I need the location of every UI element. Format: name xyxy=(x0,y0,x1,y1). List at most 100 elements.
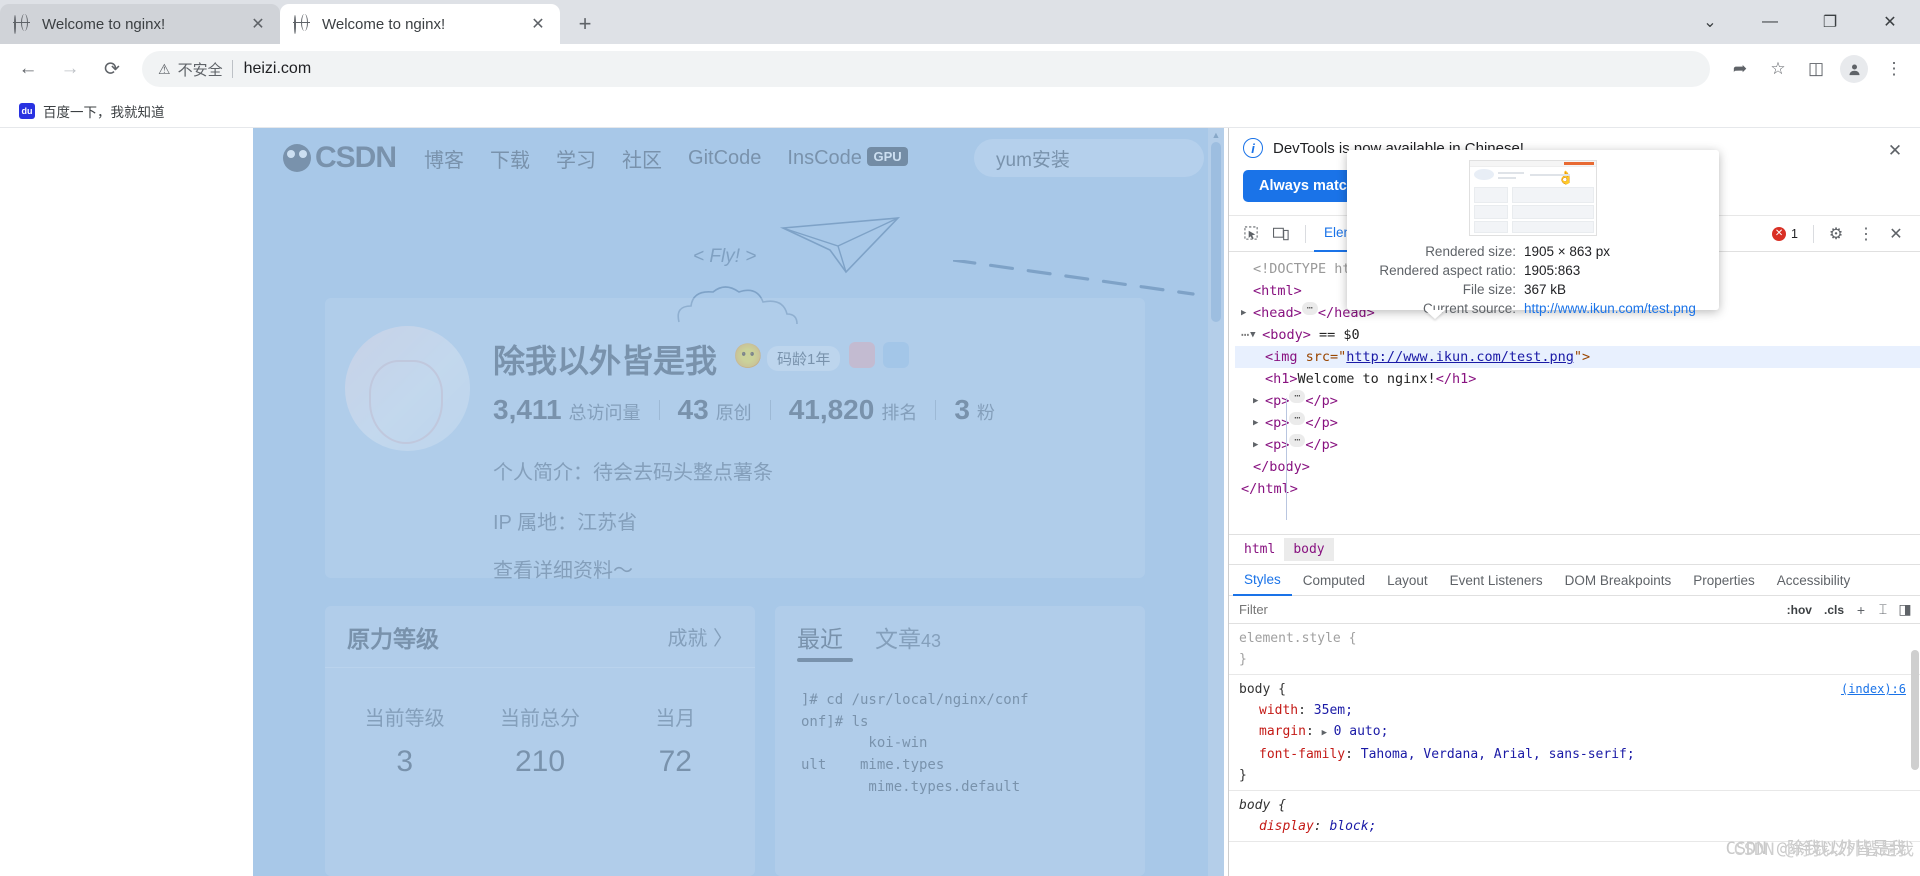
reload-button[interactable]: ⟳ xyxy=(92,49,132,89)
toggle-sidebar-icon[interactable]: ◨ xyxy=(1894,599,1916,621)
tab-properties[interactable]: Properties xyxy=(1682,564,1766,596)
share-icon[interactable]: ➦ xyxy=(1722,51,1758,87)
css-value[interactable]: 35em; xyxy=(1314,703,1353,718)
browser-tab-2[interactable]: Welcome to nginx! ✕ xyxy=(280,4,560,44)
tooltip-source-link[interactable]: http://www.ikun.com/test.png xyxy=(1524,299,1696,318)
style-declaration[interactable]: font-family: Tahoma, Verdana, Arial, san… xyxy=(1239,744,1912,765)
cls-button[interactable]: .cls xyxy=(1818,603,1850,617)
dom-line-p-1[interactable]: ▶ <p> ⋯ </p> xyxy=(1235,390,1920,412)
profile-badge-red-icon[interactable] xyxy=(849,342,875,368)
csdn-logo[interactable]: CSDN xyxy=(283,141,397,175)
css-property[interactable]: display xyxy=(1239,819,1314,834)
dom-line-p-2[interactable]: ▶ <p> ⋯ </p> xyxy=(1235,412,1920,434)
tab-event-listeners[interactable]: Event Listeners xyxy=(1439,564,1554,596)
style-declaration[interactable]: margin: ▶ 0 auto; xyxy=(1239,721,1912,744)
collapse-triangle-icon[interactable]: ▼ xyxy=(1250,324,1262,346)
page-scrollbar-thumb[interactable] xyxy=(1211,142,1221,322)
minimize-button[interactable]: — xyxy=(1740,0,1800,44)
styles-scrollbar[interactable] xyxy=(1909,624,1920,876)
css-value[interactable]: block; xyxy=(1329,819,1376,834)
tab-computed[interactable]: Computed xyxy=(1292,564,1376,596)
csdn-nav-download[interactable]: 下载 xyxy=(490,144,530,173)
style-declaration[interactable]: width: 35em; xyxy=(1239,700,1912,721)
achievements-link[interactable]: 成就 〉 xyxy=(667,622,733,651)
error-count-badge[interactable]: ✕ 1 xyxy=(1765,225,1805,243)
expand-triangle-icon[interactable]: ▶ xyxy=(1253,434,1265,456)
gear-icon[interactable]: ⚙ xyxy=(1822,220,1850,248)
tab-search-chevron-icon[interactable]: ⌄ xyxy=(1680,0,1740,44)
style-rule-element[interactable]: element.style { } xyxy=(1229,624,1920,675)
expand-shorthand-icon[interactable]: ▶ xyxy=(1322,723,1334,744)
csdn-nav-inscode[interactable]: InsCode GPU xyxy=(787,146,908,170)
tab-accessibility[interactable]: Accessibility xyxy=(1766,564,1862,596)
breadcrumb-html[interactable]: html xyxy=(1235,538,1284,561)
side-panel-icon[interactable]: ◫ xyxy=(1798,51,1834,87)
csdn-nav-blog[interactable]: 博客 xyxy=(424,144,464,173)
tab-dom-breakpoints[interactable]: DOM Breakpoints xyxy=(1554,564,1683,596)
styles-pane[interactable]: element.style { } (index):6 body { width… xyxy=(1229,624,1920,876)
filter-input[interactable] xyxy=(1233,598,1781,621)
hov-button[interactable]: :hov xyxy=(1781,603,1818,617)
css-value[interactable]: 0 auto; xyxy=(1334,724,1389,739)
tab-close-icon[interactable]: ✕ xyxy=(526,12,550,36)
tab-recent[interactable]: 最近 xyxy=(797,620,843,654)
security-label[interactable]: 不安全 xyxy=(178,59,223,80)
profile-avatar[interactable] xyxy=(345,326,470,451)
csdn-nav-community[interactable]: 社区 xyxy=(622,144,662,173)
css-value[interactable]: Tahoma, Verdana, Arial, sans-serif; xyxy=(1361,747,1635,762)
profile-detail-link[interactable]: 查看详细资料～ xyxy=(493,554,633,583)
tab-close-icon[interactable]: ✕ xyxy=(246,12,270,36)
style-rule-body[interactable]: (index):6 body { width: 35em; margin: ▶ 0… xyxy=(1229,675,1920,791)
collapsed-children-icon[interactable]: ⋯ xyxy=(1289,434,1306,447)
new-style-rule-icon[interactable]: ⌶ xyxy=(1872,599,1894,621)
css-property[interactable]: width xyxy=(1239,703,1298,718)
expand-triangle-icon[interactable]: ▶ xyxy=(1253,390,1265,412)
csdn-nav-study[interactable]: 学习 xyxy=(556,144,596,173)
dom-more-icon[interactable]: ⋯ xyxy=(1241,324,1250,346)
csdn-nav-gitcode[interactable]: GitCode xyxy=(688,147,761,170)
dom-line-p-3[interactable]: ▶ <p> ⋯ </p> xyxy=(1235,434,1920,456)
back-button[interactable]: ← xyxy=(8,49,48,89)
dom-line-h1[interactable]: <h1> Welcome to nginx! </h1> xyxy=(1235,368,1920,390)
tab-styles[interactable]: Styles xyxy=(1233,564,1292,596)
scroll-up-arrow-icon[interactable]: ▲ xyxy=(1208,128,1224,142)
csdn-search-input[interactable]: yum安装 xyxy=(974,139,1204,177)
inspect-element-icon[interactable] xyxy=(1237,220,1265,248)
css-property[interactable]: margin xyxy=(1239,724,1306,739)
dom-line-body-close[interactable]: </body> xyxy=(1235,456,1920,478)
bookmark-baidu[interactable]: du 百度一下，我就知道 xyxy=(12,98,172,124)
avatar[interactable] xyxy=(1840,55,1868,83)
address-bar[interactable]: ⚠ 不安全 heizi.com xyxy=(142,51,1710,87)
dom-line-body-open[interactable]: ⋯ ▼ <body> == $0 xyxy=(1235,324,1920,346)
breadcrumb-body[interactable]: body xyxy=(1284,538,1334,561)
device-toolbar-icon[interactable] xyxy=(1267,220,1295,248)
expand-triangle-icon[interactable]: ▶ xyxy=(1253,412,1265,434)
collapsed-children-icon[interactable]: ⋯ xyxy=(1301,302,1318,315)
three-dot-menu-icon[interactable]: ⋮ xyxy=(1852,220,1880,248)
maximize-button[interactable]: ❐ xyxy=(1800,0,1860,44)
dom-line-img[interactable]: <img src =" http://www.ikun.com/test.png "> xyxy=(1235,346,1920,368)
expand-triangle-icon[interactable]: ▶ xyxy=(1241,302,1253,324)
tab-articles[interactable]: 文章43 xyxy=(875,620,941,654)
collapsed-children-icon[interactable]: ⋯ xyxy=(1289,412,1306,425)
style-source-link[interactable]: (index):6 xyxy=(1841,679,1906,700)
page-scrollbar[interactable]: ▲ xyxy=(1208,128,1224,876)
new-tab-button[interactable]: + xyxy=(568,7,602,41)
profile-badge-blue-icon[interactable] xyxy=(883,342,909,368)
dom-line-html-close[interactable]: </html> xyxy=(1235,478,1920,500)
star-icon[interactable]: ☆ xyxy=(1760,51,1796,87)
style-rule-ua[interactable]: body { display: block; xyxy=(1229,791,1920,842)
css-property[interactable]: font-family xyxy=(1239,747,1345,762)
add-style-rule-icon[interactable]: + xyxy=(1850,599,1872,621)
img-src-link[interactable]: http://www.ikun.com/test.png xyxy=(1346,346,1574,368)
browser-tab-1[interactable]: Welcome to nginx! ✕ xyxy=(0,4,280,44)
forward-button[interactable]: → xyxy=(50,49,90,89)
three-dot-menu-icon[interactable]: ⋮ xyxy=(1876,51,1912,87)
tab-layout[interactable]: Layout xyxy=(1376,564,1439,596)
close-window-button[interactable]: ✕ xyxy=(1860,0,1920,44)
style-declaration[interactable]: display: block; xyxy=(1239,816,1912,837)
styles-scrollbar-thumb[interactable] xyxy=(1911,650,1919,770)
collapsed-children-icon[interactable]: ⋯ xyxy=(1289,390,1306,403)
banner-close-icon[interactable]: ✕ xyxy=(1882,138,1908,164)
close-icon[interactable]: ✕ xyxy=(1882,220,1910,248)
